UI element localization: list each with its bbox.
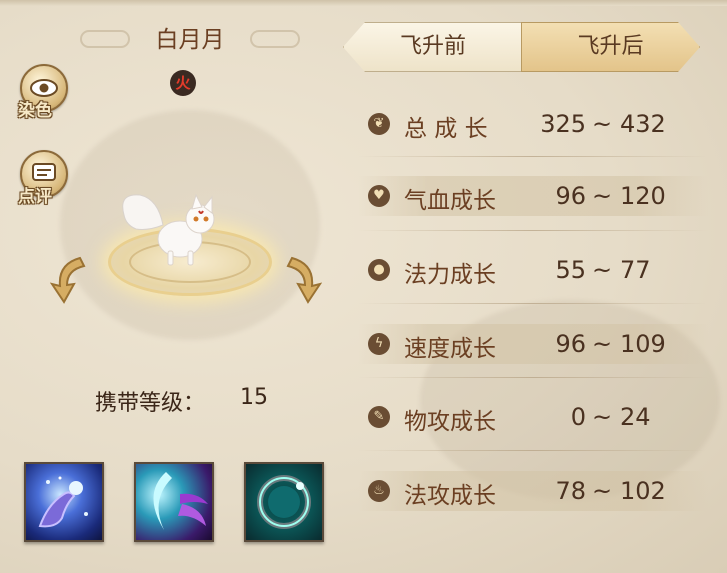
stat-max: 120 — [620, 182, 666, 210]
skill-slot-1[interactable] — [24, 462, 104, 542]
stat-row-mp-growth: ● 法力成长 55 ~ 77 — [358, 250, 698, 290]
drop-icon: ● — [368, 259, 390, 281]
rotate-left-icon[interactable] — [50, 250, 100, 310]
magic-hand-skill-icon — [38, 476, 88, 528]
fire-element-badge: 火 — [170, 70, 196, 96]
tab-before-ascension[interactable]: 飞升前 — [343, 22, 523, 72]
stat-row-physical-attack-growth: ✎ 物攻成长 0 ~ 24 — [358, 397, 698, 437]
stat-label: 速度成长 — [404, 336, 496, 362]
top-frame — [0, 0, 727, 6]
stat-max: 24 — [620, 403, 651, 431]
stat-row-hp-growth: ♥ 气血成长 96 ~ 120 — [358, 176, 708, 216]
carry-level-value: 15 — [240, 385, 268, 410]
stat-separator: ~ — [592, 330, 613, 358]
stat-min: 325 — [540, 110, 586, 138]
stat-separator: ~ — [592, 182, 613, 210]
stat-min: 96 — [555, 182, 586, 210]
sprout-icon: ❦ — [368, 113, 390, 135]
stat-label: 物攻成长 — [404, 409, 496, 435]
review-label: 点评 — [18, 187, 52, 207]
sword-icon: ✎ — [368, 406, 390, 428]
heart-icon: ♥ — [368, 185, 390, 207]
divider — [358, 450, 708, 451]
carry-level-label: 携带等级： — [95, 391, 206, 416]
stat-row-magic-attack-growth: ♨ 法攻成长 78 ~ 102 — [358, 471, 708, 511]
review-button[interactable]: 点评 — [16, 150, 68, 207]
stat-label: 法攻成长 — [404, 483, 496, 509]
flame-icon: ♨ — [368, 480, 390, 502]
dye-label: 染色 — [18, 101, 52, 121]
ring-orb-skill-icon — [257, 475, 311, 529]
stat-separator: ~ — [592, 477, 613, 505]
tab-after-ascension[interactable]: 飞升后 — [521, 22, 700, 72]
rotate-right-icon[interactable] — [272, 250, 322, 310]
stat-max: 432 — [620, 110, 666, 138]
divider — [358, 303, 708, 304]
pet-name-bar: 白月月 — [80, 14, 300, 54]
ascension-tabs: 飞升前 飞升后 — [343, 22, 698, 72]
stat-label: 总 成 长 — [404, 116, 488, 142]
stat-min: 96 — [555, 330, 586, 358]
stat-separator: ~ — [592, 110, 613, 138]
stat-label: 法力成长 — [404, 262, 496, 288]
claw-crescent-skill-icon — [153, 472, 208, 530]
dye-button[interactable]: 染色 — [16, 64, 68, 121]
skill-slot-2[interactable] — [134, 462, 214, 542]
stat-min: 0 — [570, 403, 586, 431]
pet-name: 白月月 — [155, 27, 225, 53]
stat-max: 109 — [620, 330, 666, 358]
stat-separator: ~ — [592, 256, 613, 284]
divider — [358, 377, 708, 378]
stat-min: 78 — [555, 477, 586, 505]
divider — [358, 156, 708, 157]
stat-max: 102 — [620, 477, 666, 505]
stat-min: 55 — [555, 256, 586, 284]
stat-separator: ~ — [592, 403, 613, 431]
stat-row-speed-growth: ϟ 速度成长 96 ~ 109 — [358, 324, 708, 364]
lightning-icon: ϟ — [368, 333, 390, 355]
divider — [358, 230, 708, 231]
stat-max: 77 — [620, 256, 651, 284]
pet-fox-model[interactable] — [118, 185, 228, 275]
stat-row-total-growth: ❦ 总 成 长 325 ~ 432 — [358, 104, 698, 144]
stat-label: 气血成长 — [404, 188, 496, 214]
skill-slot-3[interactable] — [244, 462, 324, 542]
